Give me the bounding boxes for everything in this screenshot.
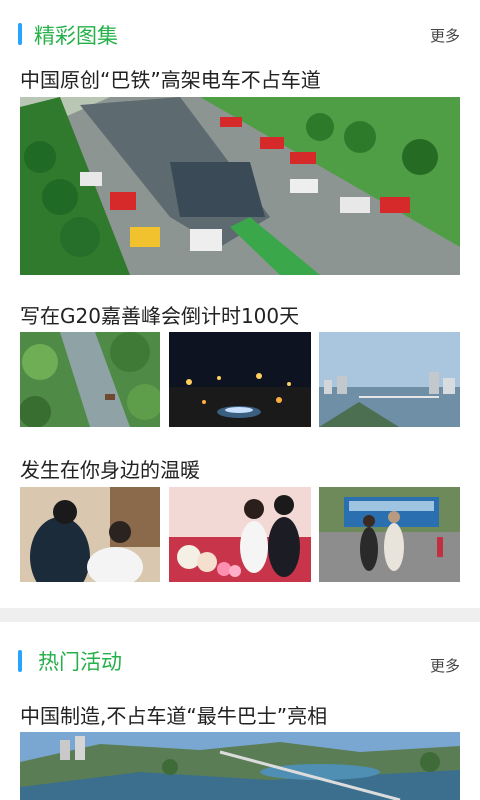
gallery-card: 精彩图集 更多 中国原创“巴铁”高架电车不占车道 写在G20嘉善峰会倒计时100… bbox=[0, 0, 480, 608]
gallery-image-warmth-street[interactable] bbox=[319, 487, 460, 582]
gallery-section-title: 精彩图集 bbox=[34, 24, 118, 48]
activity-item-title-bus[interactable]: 中国制造,不占车道“最牛巴士”亮相 bbox=[20, 700, 327, 729]
gallery-image-g20-night[interactable] bbox=[169, 332, 311, 427]
activities-more-link[interactable]: 更多 bbox=[430, 655, 460, 676]
section-accent-bar bbox=[18, 650, 22, 672]
gallery-item-title-warmth[interactable]: 发生在你身边的温暖 bbox=[20, 454, 200, 483]
activities-header: 热门活动 更多 bbox=[0, 640, 480, 688]
gallery-item-title-g20[interactable]: 写在G20嘉善峰会倒计时100天 bbox=[20, 300, 299, 329]
gallery-image-bus[interactable] bbox=[20, 97, 460, 275]
gallery-more-link[interactable]: 更多 bbox=[430, 25, 460, 46]
section-accent-bar bbox=[18, 23, 22, 45]
gallery-image-warmth-wedding[interactable] bbox=[169, 487, 311, 582]
activity-image-aerial[interactable] bbox=[20, 732, 460, 800]
gallery-item-title-bus[interactable]: 中国原创“巴铁”高架电车不占车道 bbox=[20, 64, 321, 93]
activities-section-title: 热门活动 bbox=[38, 650, 122, 674]
gallery-image-g20-river[interactable] bbox=[20, 332, 160, 427]
activities-card: 热门活动 更多 中国制造,不占车道“最牛巴士”亮相 bbox=[0, 622, 480, 800]
gallery-image-g20-city[interactable] bbox=[319, 332, 460, 427]
gallery-image-warmth-haircut[interactable] bbox=[20, 487, 160, 582]
gallery-header: 精彩图集 更多 bbox=[0, 10, 480, 58]
